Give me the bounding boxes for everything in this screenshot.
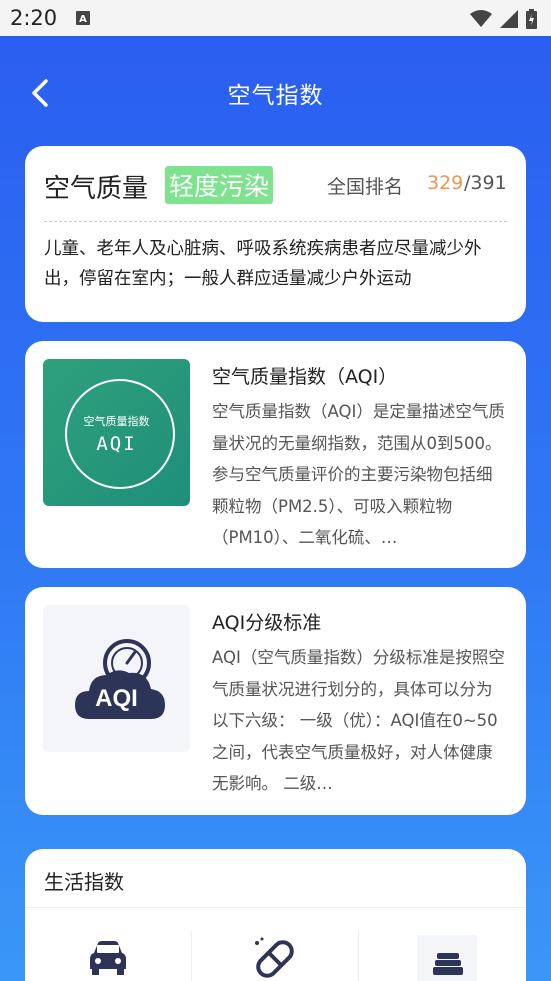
thumbnail-caption: 空气质量指数 (83, 415, 150, 428)
signal-icon (500, 10, 518, 32)
status-bar: 2:20 A (0, 0, 551, 36)
national-rank-total: /391 (464, 172, 507, 194)
section-title: 生活指数 (44, 870, 124, 894)
car-icon[interactable] (86, 935, 130, 981)
thumbnail-aqi-label: AQI (95, 685, 138, 712)
article-card-aqi[interactable]: 空气质量指数 AQI 空气质量指数（AQI） 空气质量指数（AQI）是定量描述空… (25, 341, 526, 568)
health-advice-text: 儿童、老年人及心脏病、呼吸系统疾病患者应尽量减少外出，停留在室内；一般人群应适量… (44, 239, 482, 289)
air-quality-label: 空气质量 (44, 174, 149, 204)
aqi-cloud-gauge-icon (75, 639, 165, 719)
pollution-level-badge: 轻度污染 (165, 166, 274, 204)
life-index-card: 生活指数 (25, 849, 526, 981)
article-title: 空气质量指数（AQI） (212, 366, 398, 388)
aqi-cloud-thumbnail: AQI (43, 605, 190, 752)
page-title: 空气指数 (227, 83, 324, 109)
aqi-thumbnail: 空气质量指数 AQI (43, 359, 190, 506)
column-divider (191, 931, 192, 981)
pill-icon[interactable] (251, 935, 299, 981)
article-card-aqi-standard[interactable]: AQI AQI分级标准 AQI（空气质量指数）分级标准是按照空气质量状况进行划分… (25, 587, 526, 815)
clothes-icon[interactable] (417, 935, 477, 981)
column-divider (358, 931, 359, 981)
article-summary: 空气质量指数（AQI）是定量描述空气质量状况的无量纲指数，范围从0到500。参与… (212, 402, 505, 547)
app-header: 空气指数 (0, 36, 551, 146)
divider (25, 907, 526, 908)
svg-text:A: A (79, 14, 87, 25)
air-quality-card: 空气质量 轻度污染 全国排名 329 /391 儿童、老年人及心脏病、呼吸系统疾… (25, 146, 526, 322)
battery-icon (526, 9, 537, 33)
national-rank-value: 329 (427, 172, 464, 194)
national-rank-label: 全国排名 (327, 176, 404, 198)
notification-icon: A (76, 10, 90, 29)
article-title: AQI分级标准 (212, 612, 322, 634)
wifi-icon (470, 10, 492, 32)
thumbnail-aqi-text: AQI (96, 433, 137, 455)
status-time: 2:20 (10, 6, 58, 30)
article-summary: AQI（空气质量指数）分级标准是按照空气质量状况进行划分的，具体可以分为以下六级… (212, 648, 505, 793)
divider (44, 221, 507, 222)
